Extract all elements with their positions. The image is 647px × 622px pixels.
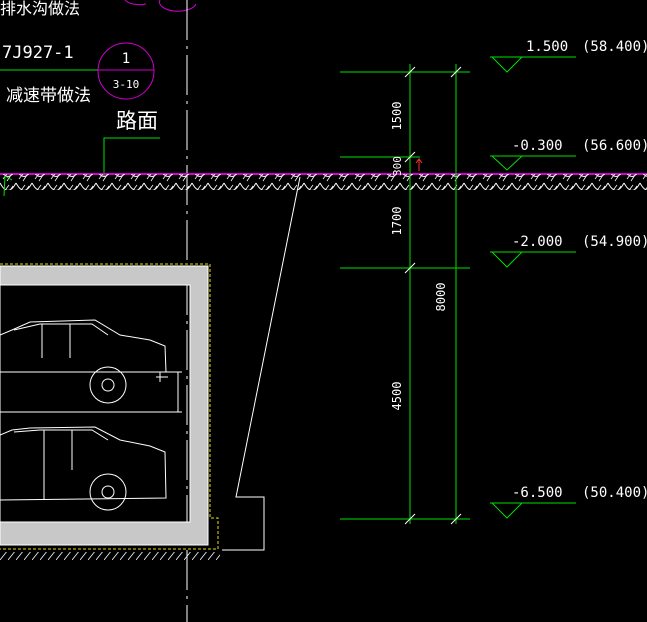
elevation-triangle-icon [490, 56, 524, 73]
car-upper-bumper [156, 372, 168, 382]
elevation-triangle-icon [490, 155, 524, 171]
detail-number: 1 [122, 51, 130, 67]
elev-absolute: (54.900) [582, 234, 647, 250]
elev-relative: 1.500 [526, 39, 568, 55]
car-lower-body [0, 426, 167, 501]
top-left-notes: 排水沟做法 7J927-1 减速带做法 [0, 0, 98, 106]
dim-arrow-icon [415, 158, 423, 171]
elevation-triangle-icon [490, 251, 524, 268]
drainage-method-note: 排水沟做法 [0, 0, 80, 18]
partial-circle-icon [159, 0, 197, 12]
car-upper-hub-icon [101, 378, 115, 392]
car-lower-hub-icon [101, 485, 115, 499]
elev-relative: -0.300 [512, 138, 563, 154]
slope-outline [222, 176, 301, 551]
waterproof-line [0, 263, 219, 550]
elev-relative: -6.500 [512, 485, 563, 501]
car-lower [0, 426, 167, 511]
car-lower-window [13, 429, 109, 441]
elevation-marker-2: -0.300 (56.600) [490, 138, 647, 171]
elevation-marker-3: -2.000 (54.900) [490, 234, 647, 268]
detail-callout: 1 3-10 [97, 0, 197, 100]
car-lower-wheel-icon [89, 473, 127, 511]
dim-text-1500: 1500 [390, 102, 404, 131]
dim-text-1700: 1700 [390, 207, 404, 236]
excavation-profile [222, 176, 301, 551]
partial-circle-icon [124, 0, 147, 6]
cad-drawing-viewport[interactable]: 排水沟做法 7J927-1 减速带做法 1 3-10 路面 1500 300 1… [0, 0, 647, 622]
elev-absolute: (50.400) [582, 485, 647, 501]
car-upper [0, 319, 168, 404]
ground-hatch [0, 174, 647, 190]
speed-bump-note: 减速带做法 [6, 86, 91, 106]
ground-surface [0, 173, 647, 197]
dimension-chain: 1500 300 1700 4500 8000 [340, 64, 470, 525]
dim-text-300: 300 [391, 156, 404, 176]
elevation-marker-4: -6.500 (50.400) [490, 485, 647, 519]
base-soil-hatch [0, 552, 220, 560]
detail-sheet: 3-10 [113, 78, 140, 91]
cad-drawing: 排水沟做法 7J927-1 减速带做法 1 3-10 路面 1500 300 1… [0, 0, 647, 622]
elev-absolute: (56.600) [582, 138, 647, 154]
dim-text-4500: 4500 [390, 382, 404, 411]
basement-wall [0, 265, 209, 546]
elevation-triangle-icon [490, 502, 524, 519]
elevation-marker-1: 1.500 (58.400) [490, 39, 647, 73]
elev-relative: -2.000 [512, 234, 563, 250]
elev-absolute: (58.400) [582, 39, 647, 55]
ref-code-note: 7J927-1 [2, 43, 74, 63]
dim-ticks [404, 66, 462, 525]
road-surface-label: 路面 [103, 109, 160, 176]
car-upper-window [13, 323, 109, 336]
road-surface-text: 路面 [116, 109, 158, 133]
road-surface-leader [103, 137, 160, 176]
dim-text-8000: 8000 [434, 283, 448, 312]
